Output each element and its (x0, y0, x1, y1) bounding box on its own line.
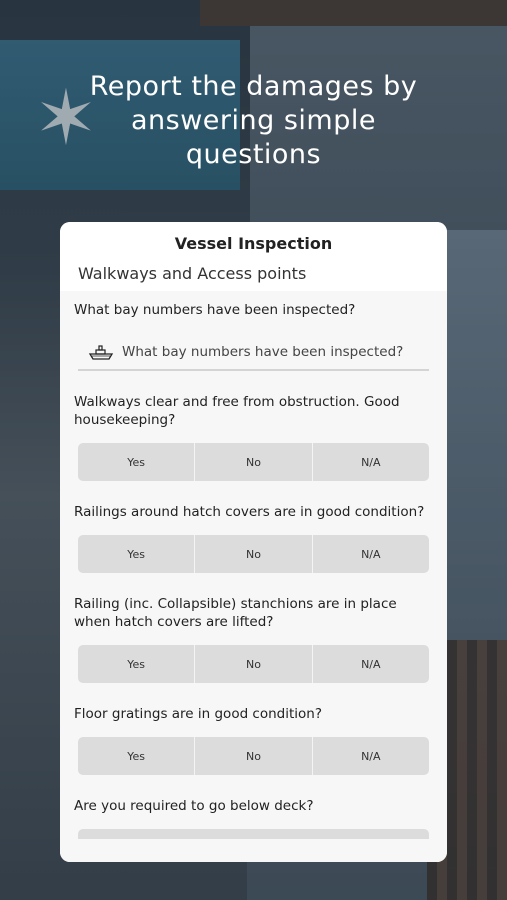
answer-yes-button[interactable]: Yes (78, 443, 196, 481)
card-header: Vessel Inspection Walkways and Access po… (60, 222, 447, 291)
question-stanchions: Railing (inc. Collapsible) stanchions ar… (74, 595, 433, 683)
question-label: Floor gratings are in good condition? (74, 706, 323, 722)
bay-numbers-input[interactable]: What bay numbers have been inspected? (78, 335, 429, 371)
answer-na-button[interactable]: N/A (313, 443, 429, 481)
question-below-deck: Are you required to go below deck? (74, 797, 433, 839)
answer-na-button[interactable]: N/A (313, 737, 429, 775)
questions-list[interactable]: What bay numbers have been inspected? Wh… (60, 291, 447, 862)
question-bay-numbers: What bay numbers have been inspected? Wh… (74, 301, 433, 371)
section-title: Walkways and Access points (78, 264, 307, 283)
answer-yes-button[interactable]: Yes (78, 535, 196, 573)
answer-na-button[interactable]: N/A (313, 645, 429, 683)
question-label: Are you required to go below deck? (74, 798, 314, 814)
answer-no-button[interactable]: No (195, 737, 313, 775)
bay-numbers-placeholder: What bay numbers have been inspected? (122, 344, 404, 360)
answer-no-button[interactable]: No (195, 443, 313, 481)
card-title: Vessel Inspection (174, 234, 333, 253)
ship-icon (88, 345, 114, 360)
answer-selector-partial[interactable] (78, 829, 429, 839)
inspection-card: Vessel Inspection Walkways and Access po… (60, 222, 447, 862)
answer-yes-button[interactable]: Yes (78, 645, 196, 683)
answer-no-button[interactable]: No (195, 535, 313, 573)
hero-title-line-1: Report the damages by (89, 71, 418, 102)
answer-no-button[interactable]: No (195, 645, 313, 683)
answer-selector: Yes No N/A (78, 535, 429, 573)
answer-selector: Yes No N/A (78, 645, 429, 683)
answer-selector: Yes No N/A (78, 443, 429, 481)
answer-yes-button[interactable]: Yes (78, 737, 196, 775)
question-label: Railings around hatch covers are in good… (74, 504, 425, 520)
question-label: Walkways clear and free from obstruction… (74, 394, 400, 428)
question-floor-gratings: Floor gratings are in good condition? Ye… (74, 705, 433, 775)
question-label: Railing (inc. Collapsible) stanchions ar… (74, 596, 397, 630)
question-railings: Railings around hatch covers are in good… (74, 503, 433, 573)
hero-title-line-2: answering simple (131, 105, 376, 136)
question-label: What bay numbers have been inspected? (74, 302, 356, 318)
question-walkways: Walkways clear and free from obstruction… (74, 393, 433, 481)
answer-selector: Yes No N/A (78, 737, 429, 775)
answer-na-button[interactable]: N/A (313, 535, 429, 573)
hero-title-line-3: questions (185, 139, 322, 170)
hero-title: Report the damages by answering simple q… (0, 70, 507, 172)
